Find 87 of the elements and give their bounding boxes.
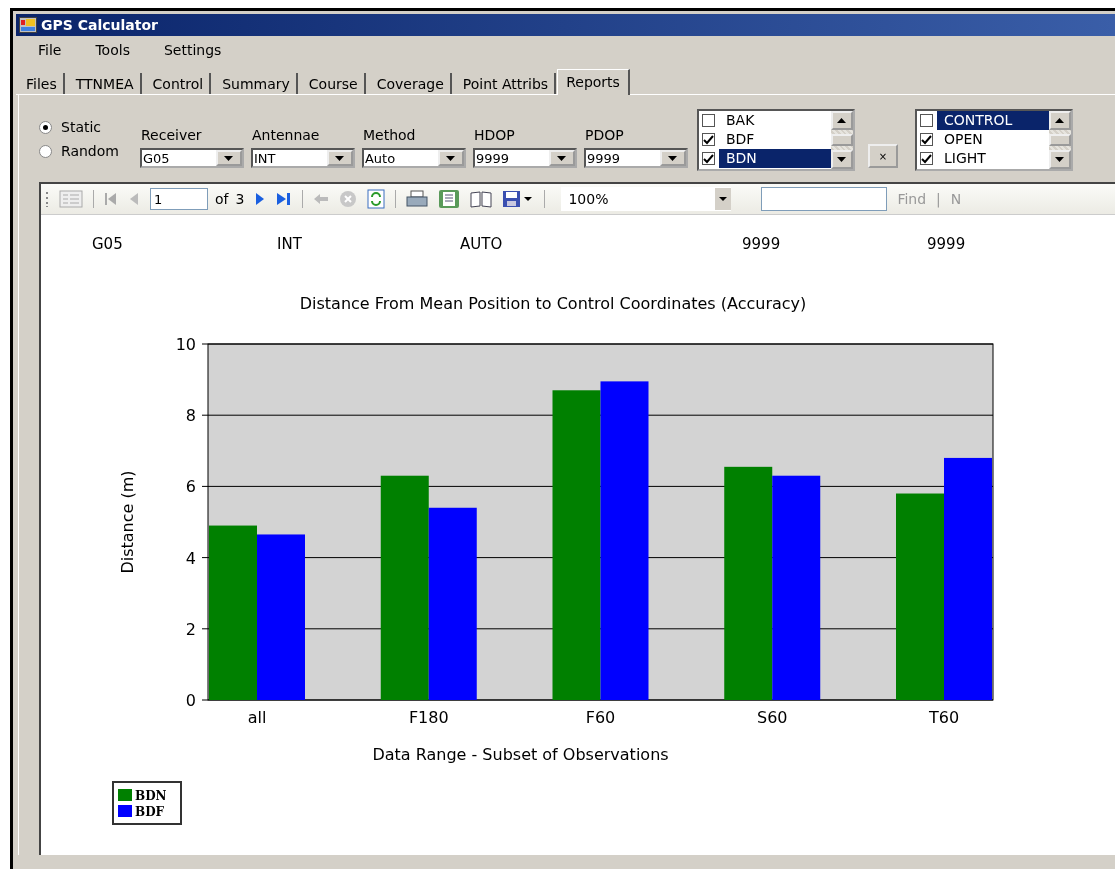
dropdown[interactable]: 9999 [583, 148, 688, 168]
dropdown[interactable]: G05 [139, 148, 244, 168]
dropdown[interactable]: INT [250, 148, 355, 168]
scroll-up-icon[interactable] [837, 118, 847, 123]
checkbox[interactable] [701, 133, 715, 146]
grip-icon [46, 190, 49, 208]
list-item[interactable]: CONTROL [936, 111, 1049, 130]
report-value: G05 [92, 235, 124, 255]
caret-icon [224, 155, 234, 161]
axis-tick-label: S60 [757, 708, 788, 727]
tab[interactable]: Control [142, 73, 212, 94]
axis-tick-label: F60 [585, 708, 616, 727]
radio-button[interactable] [39, 144, 52, 158]
field-label: HDOP [472, 127, 516, 143]
field-label: Receiver [139, 127, 203, 143]
tab[interactable]: Files [16, 73, 65, 94]
axis-tick-label: 8 [185, 406, 196, 426]
report-value: 9999 [927, 235, 967, 255]
y-axis-title: Distance (m) [118, 470, 137, 574]
save-icon[interactable] [502, 190, 535, 208]
list-item[interactable]: BAK [718, 111, 831, 130]
axis-tick-label: 0 [185, 691, 196, 710]
axis-tick-label: 10 [175, 335, 196, 354]
page-count: 3 [235, 191, 245, 207]
refresh-icon[interactable] [367, 189, 386, 209]
print-layout-icon[interactable] [438, 189, 461, 209]
radio-label: Random [61, 143, 119, 159]
list-item[interactable]: BDF [718, 130, 831, 149]
radio-label: Static [61, 119, 102, 135]
axis-tick-label: T60 [928, 708, 960, 727]
caret-icon [719, 197, 728, 201]
axis-tick-label: F180 [408, 708, 449, 727]
axis-tick-label: 6 [185, 477, 196, 497]
checked-list[interactable]: BAK BDF BDN [696, 109, 855, 171]
report-value: AUTO [460, 235, 504, 255]
tab[interactable]: TTNMEA [65, 73, 142, 94]
legend-label: BDF [135, 805, 165, 819]
caret-icon [668, 155, 678, 161]
last-page-icon[interactable] [276, 192, 293, 206]
caret-icon [446, 155, 456, 161]
book-icon[interactable] [470, 190, 493, 208]
checkbox[interactable] [701, 152, 715, 165]
axis-tick-label: 2 [185, 619, 196, 639]
print-icon[interactable] [406, 190, 429, 208]
clear-button[interactable]: × [867, 144, 898, 168]
scrollbar[interactable] [1048, 111, 1071, 169]
tab[interactable]: Course [298, 73, 366, 94]
caret-icon [335, 155, 345, 161]
list-item[interactable]: OPEN [936, 130, 1049, 149]
menu-item[interactable]: Tools [95, 42, 130, 58]
checkbox[interactable] [701, 114, 715, 127]
tab[interactable]: Coverage [366, 73, 452, 94]
caret-icon [557, 155, 567, 161]
field-label: Antennae [250, 127, 321, 143]
checked-list[interactable]: CONTROL OPEN LIGHT [914, 109, 1073, 171]
menu-item[interactable]: Settings [163, 42, 222, 58]
x-axis-title: Data Range - Subset of Observations [372, 745, 669, 764]
field-label: PDOP [583, 127, 625, 143]
checkbox[interactable] [919, 114, 933, 127]
radio-button[interactable] [39, 120, 52, 134]
list-item[interactable]: LIGHT [936, 149, 1049, 168]
axis-tick-label: 4 [185, 548, 196, 568]
app-icon [19, 17, 37, 33]
tab[interactable]: Summary [212, 73, 298, 94]
separator-text: | [936, 191, 941, 207]
window-title: GPS Calculator [41, 17, 158, 33]
dropdown[interactable]: Auto [361, 148, 466, 168]
scrollbar[interactable] [830, 111, 853, 169]
menu-item[interactable]: File [38, 42, 62, 58]
page-field[interactable]: 1 [150, 188, 208, 210]
scroll-down-icon[interactable] [837, 157, 847, 162]
zoom-dropdown[interactable]: 100% [561, 187, 732, 211]
chart-title: Distance From Mean Position to Control Coordinates (Accuracy) [299, 294, 807, 313]
tab[interactable]: Reports [557, 69, 630, 95]
scroll-down-icon[interactable] [1055, 157, 1065, 162]
dropdown[interactable]: 9999 [472, 148, 577, 168]
field-label: Method [361, 127, 417, 143]
page-of-label: of [215, 191, 229, 207]
find-field[interactable] [761, 187, 888, 211]
report-value: INT [277, 235, 303, 255]
report-value: 9999 [742, 235, 782, 255]
checkbox[interactable] [919, 152, 933, 165]
axis-tick-label: all [247, 708, 267, 727]
legend-label: BDN [135, 789, 167, 803]
list-item[interactable]: BDN [718, 149, 831, 168]
checkbox[interactable] [919, 133, 933, 146]
scroll-up-icon[interactable] [1055, 118, 1065, 123]
